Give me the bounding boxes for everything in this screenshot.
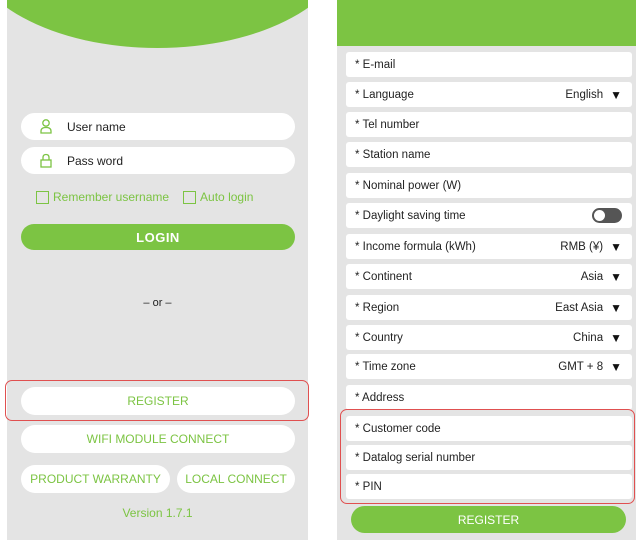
auto-login-checkbox[interactable] [183, 190, 197, 204]
tel-number-label: * Tel number [355, 118, 420, 131]
income-formula-select[interactable]: * Income formula (kWh) RMB (¥) ▼ [346, 234, 632, 259]
login-panel: User name Pass word Remember username Au… [7, 0, 308, 540]
header-arc [7, 0, 308, 48]
toggle-knob [594, 210, 605, 221]
user-icon [35, 119, 57, 134]
station-name-label: * Station name [355, 148, 431, 161]
country-select[interactable]: * Country China ▼ [346, 325, 632, 350]
continent-select[interactable]: * Continent Asia ▼ [346, 264, 632, 289]
triangle-down-icon: ▼ [610, 239, 622, 254]
nominal-power-field[interactable]: * Nominal power (W) [346, 173, 632, 198]
register-highlight [5, 380, 309, 421]
password-input[interactable]: Pass word [21, 147, 295, 174]
income-formula-value: RMB (¥) [560, 240, 604, 253]
header-bar [337, 0, 636, 46]
triangle-down-icon: ▼ [610, 359, 622, 374]
wifi-module-connect-button[interactable]: WIFI MODULE CONNECT [21, 425, 295, 453]
region-select[interactable]: * Region East Asia ▼ [346, 295, 632, 320]
continent-label: * Continent [355, 270, 412, 283]
email-label: * E-mail [355, 58, 396, 71]
password-placeholder: Pass word [67, 153, 124, 168]
address-field[interactable]: * Address [346, 385, 632, 410]
country-value: China [573, 331, 604, 344]
time-zone-select[interactable]: * Time zone GMT + 8 ▼ [346, 354, 632, 379]
triangle-down-icon: ▼ [610, 87, 622, 102]
or-divider: – or – [143, 297, 172, 309]
product-warranty-button[interactable]: PRODUCT WARRANTY [21, 465, 170, 493]
time-zone-value: GMT + 8 [558, 360, 604, 373]
daylight-saving-label: * Daylight saving time [355, 209, 466, 222]
username-placeholder: User name [67, 119, 126, 134]
language-select[interactable]: * Language English ▼ [346, 82, 632, 107]
lock-icon [35, 153, 57, 168]
triangle-down-icon: ▼ [610, 330, 622, 345]
nominal-power-label: * Nominal power (W) [355, 179, 462, 192]
station-name-field[interactable]: * Station name [346, 142, 632, 167]
time-zone-label: * Time zone [355, 360, 416, 373]
login-options: Remember username Auto login [36, 190, 253, 204]
submit-register-button[interactable]: REGISTER [351, 506, 626, 533]
username-input[interactable]: User name [21, 113, 295, 140]
email-field[interactable]: * E-mail [346, 52, 632, 77]
region-label: * Region [355, 301, 400, 314]
required-fields-highlight [340, 409, 635, 504]
country-label: * Country [355, 331, 403, 344]
triangle-down-icon: ▼ [610, 300, 622, 315]
tel-number-field[interactable]: * Tel number [346, 112, 632, 137]
region-value: East Asia [555, 301, 604, 314]
version-label: Version 1.7.1 [122, 506, 193, 520]
address-label: * Address [355, 391, 405, 404]
remember-checkbox[interactable] [36, 190, 49, 204]
income-formula-label: * Income formula (kWh) [355, 240, 476, 253]
continent-value: Asia [580, 270, 604, 283]
triangle-down-icon: ▼ [610, 269, 622, 284]
daylight-saving-row: * Daylight saving time [346, 203, 632, 228]
language-label: * Language [355, 88, 414, 101]
local-connect-button[interactable]: LOCAL CONNECT [177, 465, 295, 493]
remember-label: Remember username [53, 190, 170, 204]
auto-login-label: Auto login [200, 190, 254, 204]
language-value: English [565, 88, 604, 101]
login-button[interactable]: LOGIN [21, 224, 295, 250]
daylight-saving-toggle[interactable] [592, 208, 622, 223]
